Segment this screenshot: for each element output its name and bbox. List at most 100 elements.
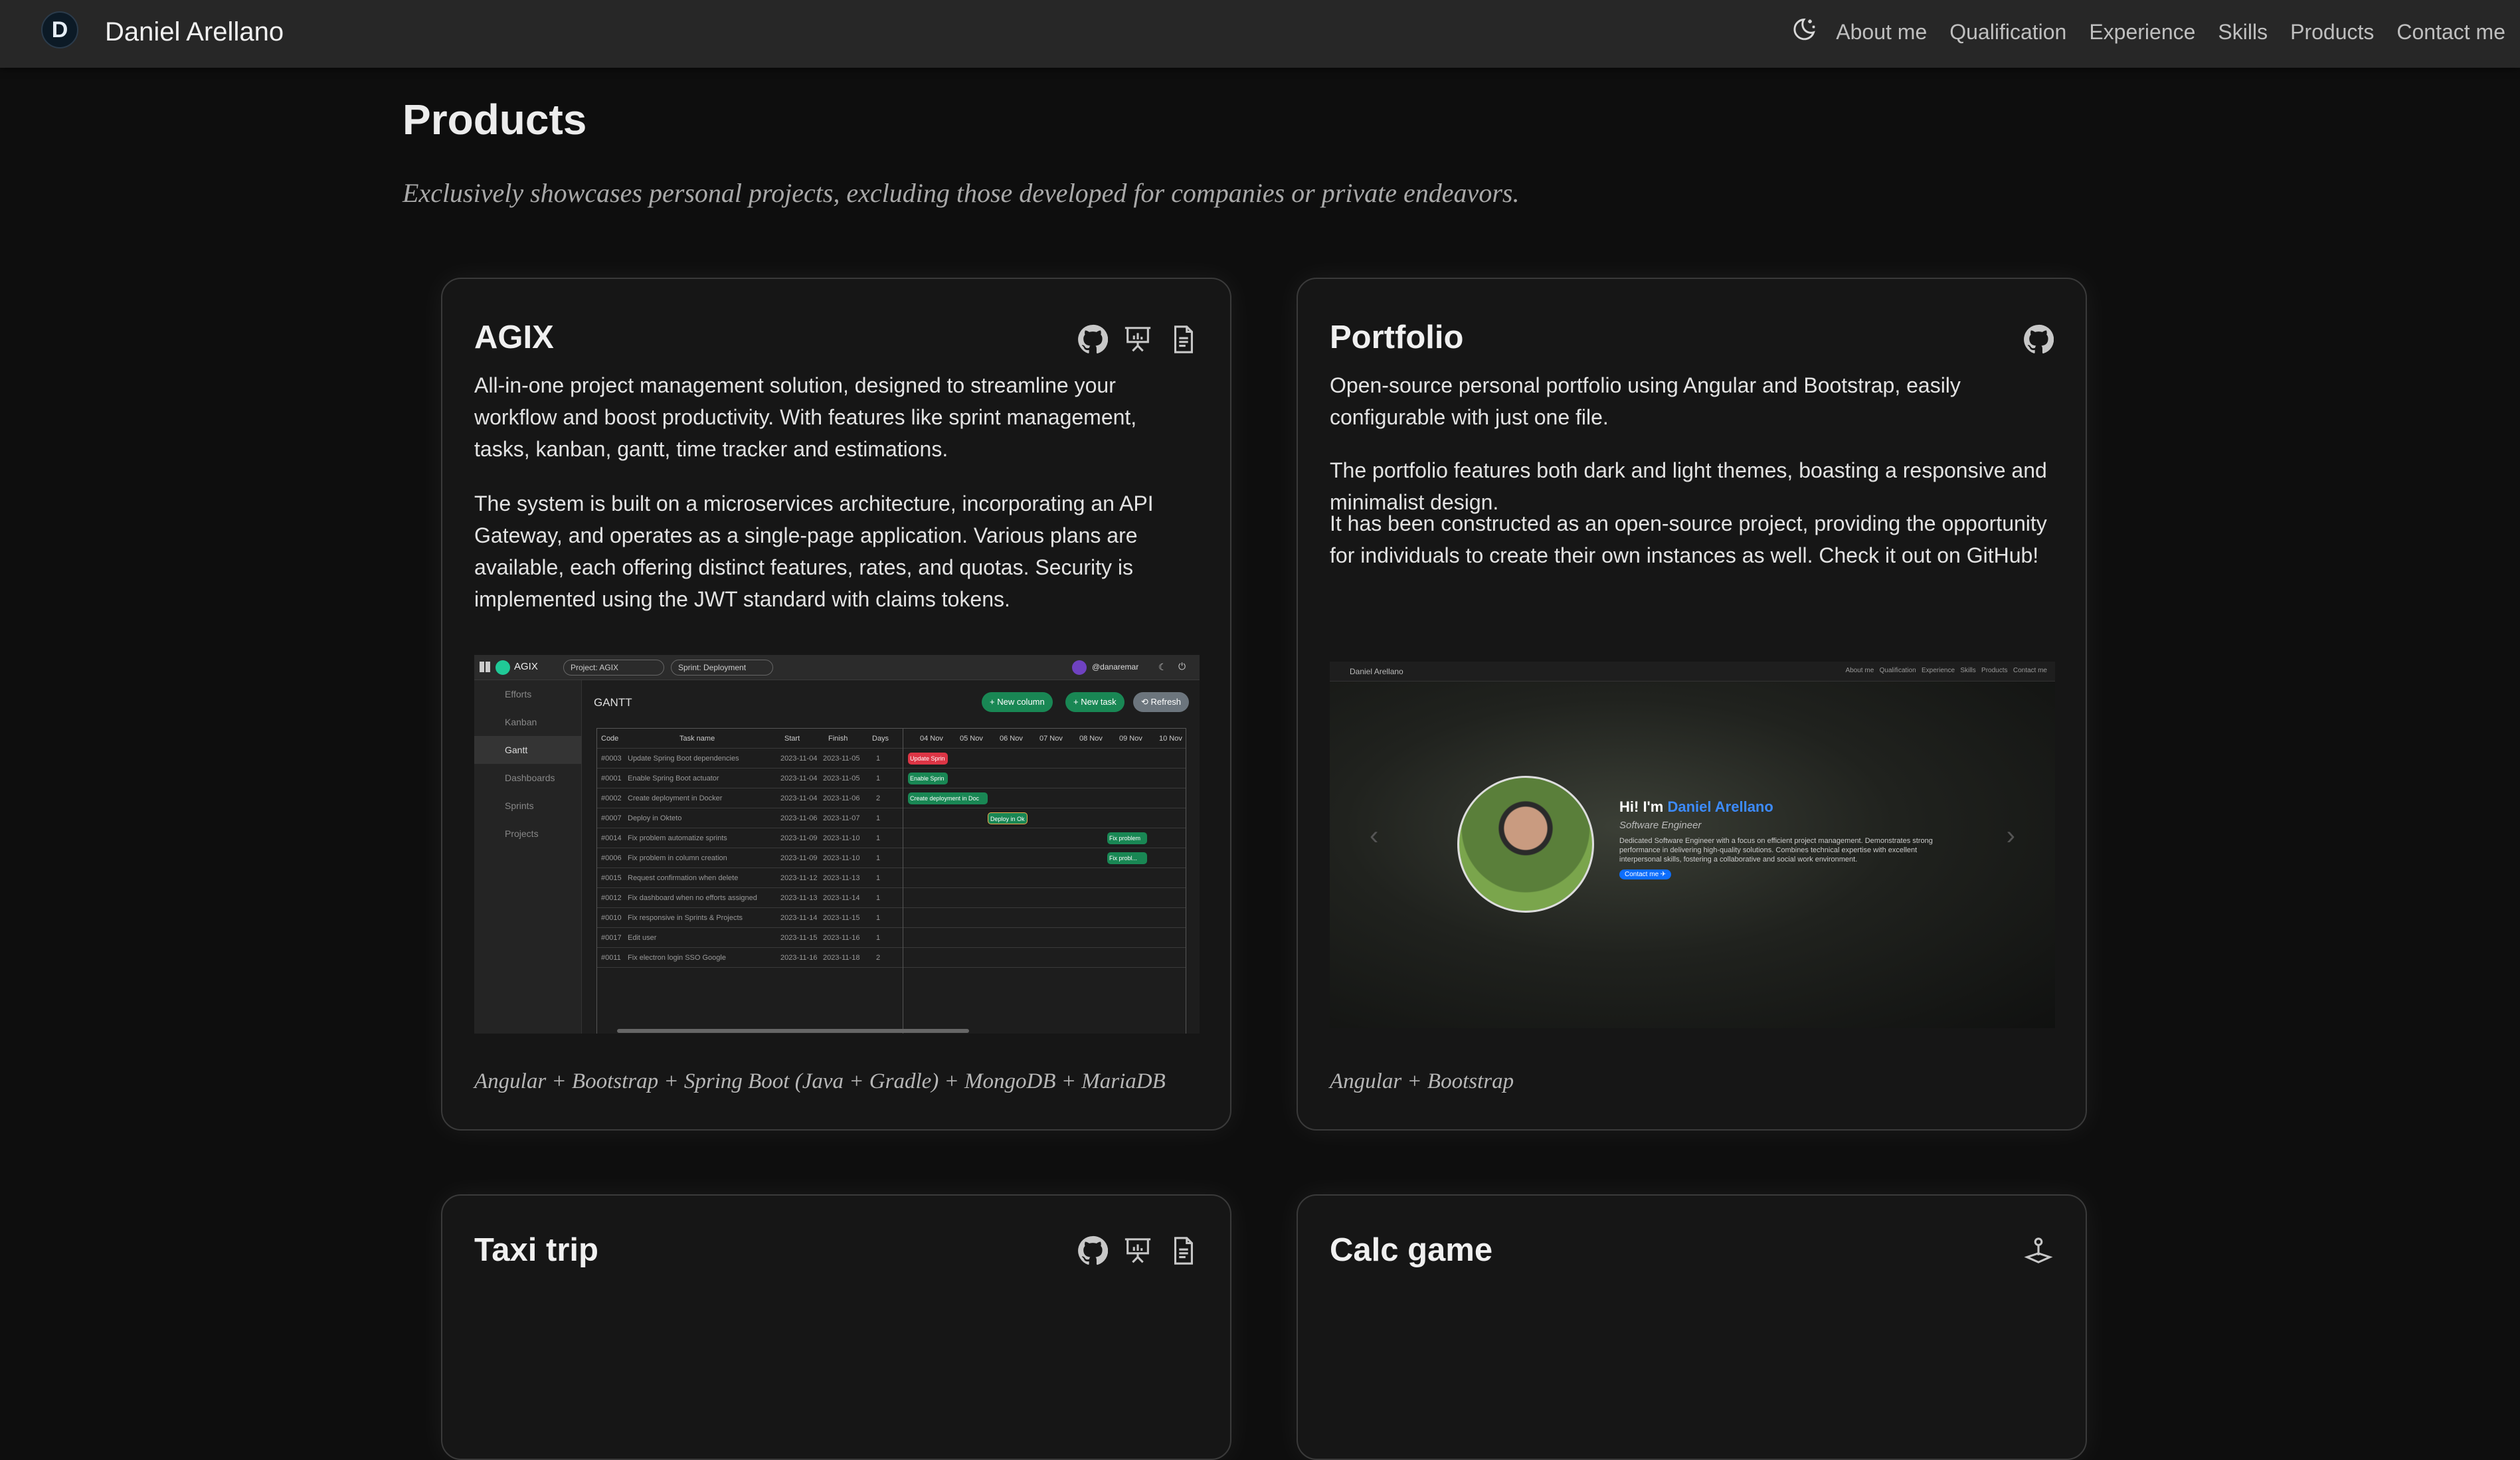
section-title: Products — [403, 96, 587, 143]
preview-hero-text: Hi! I'm Daniel Arellano Software Enginee… — [1619, 798, 1938, 879]
sidebar-item-efforts[interactable]: Efforts — [474, 680, 581, 708]
card-title: Portfolio — [1330, 319, 1464, 355]
date-1: 05 Nov — [960, 735, 983, 743]
product-card-taxi-trip: Taxi trip — [441, 1194, 1231, 1460]
nav-link-experience[interactable]: Experience — [2089, 16, 2195, 48]
nav-link-products[interactable]: Products — [2290, 16, 2374, 48]
brand-name[interactable]: Daniel Arellano — [105, 16, 284, 48]
sidebar-item-projects[interactable]: Projects — [474, 820, 581, 848]
gantt-cell: Fix problem automatize sprints — [628, 834, 727, 842]
navbar: D Daniel Arellano About me Qualification… — [0, 0, 2520, 68]
card-links — [2023, 324, 2054, 355]
gantt-cell: 1 — [876, 894, 881, 902]
github-icon[interactable] — [1077, 324, 1108, 355]
gantt-bar[interactable]: Create deployment in Doc — [908, 792, 988, 804]
col-days: Days — [872, 735, 889, 743]
apps-grid-icon — [480, 662, 490, 672]
gantt-cell: 2023-11-15 — [823, 914, 860, 922]
gantt-row[interactable]: #0017 Edit user 2023-11-15 2023-11-16 1 — [597, 928, 1186, 948]
gantt-row[interactable]: #0006 Fix problem in column creation 2023-… — [597, 848, 1186, 868]
gantt-title: GANTT — [594, 696, 632, 709]
presentation-icon[interactable] — [1123, 1235, 1153, 1266]
gantt-cell: Fix electron login SSO Google — [628, 954, 726, 962]
gantt-row[interactable]: #0014 Fix problem automatize sprints 2023-… — [597, 828, 1186, 848]
sidebar-item-sprints[interactable]: Sprints — [474, 792, 581, 820]
gantt-cell: 2 — [876, 794, 881, 802]
agix-logo-icon — [495, 660, 510, 675]
date-3: 07 Nov — [1039, 735, 1063, 743]
gantt-cell: 1 — [876, 914, 881, 922]
gantt-row[interactable]: #0003 Update Spring Boot dependencies 2023… — [597, 749, 1186, 769]
gantt-cell: #0002 — [601, 794, 622, 802]
gantt-cell: 2023-11-14 — [780, 914, 818, 922]
gantt-cell: 2023-11-09 — [780, 854, 818, 862]
gantt-cell: 2023-11-07 — [823, 814, 860, 822]
brand-logo[interactable]: D — [41, 11, 78, 48]
github-icon[interactable] — [1077, 1235, 1108, 1266]
carousel-next-icon[interactable]: › — [2007, 821, 2015, 851]
gantt-cell: 1 — [876, 775, 881, 782]
gantt-cell: #0017 — [601, 934, 622, 942]
gantt-bar[interactable]: Fix probl... — [1107, 852, 1147, 864]
user-avatar — [1072, 660, 1087, 675]
sidebar-item-dashboards[interactable]: Dashboards — [474, 764, 581, 792]
gantt-cell: #0015 — [601, 874, 622, 882]
project-select[interactable]: Project: AGIX — [563, 660, 664, 676]
power-icon: ⏻ — [1178, 661, 1186, 672]
gantt-row[interactable]: #0012 Fix dashboard when no efforts assig… — [597, 888, 1186, 908]
gantt-cell: Deploy in Okteto — [628, 814, 682, 822]
gantt-bar[interactable]: Enable Sprin — [908, 773, 948, 784]
refresh-button[interactable]: ⟲ Refresh — [1133, 692, 1190, 712]
portfolio-screenshot[interactable]: Daniel Arellano About me Qualification E… — [1330, 662, 2055, 1028]
gantt-cell: 2023-11-12 — [780, 874, 818, 882]
profile-photo — [1457, 776, 1594, 913]
gantt-cell: #0011 — [601, 954, 621, 962]
card-title: Calc game — [1330, 1232, 1493, 1268]
preview-contact-button[interactable]: Contact me ✈ — [1619, 869, 1672, 879]
gantt-bar[interactable]: Update Sprin — [908, 753, 948, 765]
sidebar-item-gantt[interactable]: Gantt — [474, 736, 581, 764]
new-task-button[interactable]: + New task — [1065, 692, 1125, 712]
presentation-icon[interactable] — [1123, 324, 1153, 355]
product-card-agix: AGIX All-in-one project management solut… — [441, 278, 1231, 1131]
gantt-cell: 2023-11-13 — [823, 874, 860, 882]
gantt-cell: 2023-11-09 — [780, 834, 818, 842]
gantt-cell: 2 — [876, 954, 881, 962]
document-icon[interactable] — [1168, 324, 1198, 355]
card-description-1: All-in-one project management solution, … — [474, 373, 1137, 461]
gantt-bar[interactable]: Deploy in Ok — [988, 812, 1028, 824]
gantt-scrollbar[interactable] — [617, 1029, 969, 1033]
gantt-row[interactable]: #0001 Enable Spring Boot actuator 2023-11-… — [597, 769, 1186, 788]
brand-initials: D — [51, 17, 68, 43]
gantt-cell: #0007 — [601, 814, 622, 822]
col-finish: Finish — [828, 735, 848, 743]
joystick-icon[interactable] — [2023, 1235, 2054, 1266]
gantt-cell: 2023-11-10 — [823, 854, 860, 862]
sprint-select[interactable]: Sprint: Deployment — [671, 660, 773, 676]
carousel-prev-icon[interactable]: ‹ — [1370, 821, 1378, 851]
new-column-button[interactable]: + New column — [982, 692, 1053, 712]
nav-link-about[interactable]: About me — [1836, 16, 1927, 48]
gantt-row[interactable]: #0015 Request confirmation when delete 202… — [597, 868, 1186, 888]
agix-screenshot[interactable]: AGIX Project: AGIX Sprint: Deployment @d… — [474, 655, 1200, 1034]
gantt-cell: Fix problem in column creation — [628, 854, 727, 862]
gantt-cell: 2023-11-16 — [780, 954, 818, 962]
gantt-row[interactable]: #0002 Create deployment in Docker 2023-11-… — [597, 788, 1186, 808]
gantt-row[interactable]: #0010 Fix responsive in Sprints & Project… — [597, 908, 1186, 928]
date-2: 06 Nov — [1000, 735, 1023, 743]
col-start: Start — [784, 735, 800, 743]
gantt-cell: 2023-11-04 — [780, 755, 818, 763]
gantt-row[interactable]: #0007 Deploy in Okteto 2023-11-06 2023-11-0… — [597, 808, 1186, 828]
sidebar-item-kanban[interactable]: Kanban — [474, 708, 581, 736]
nav-link-skills[interactable]: Skills — [2218, 16, 2268, 48]
gantt-bar[interactable]: Fix problem — [1107, 832, 1147, 844]
card-description-2: The system is built on a microservices a… — [474, 492, 1154, 611]
document-icon[interactable] — [1168, 1235, 1198, 1266]
nav-link-qualification[interactable]: Qualification — [1949, 16, 2066, 48]
nav-link-contact[interactable]: Contact me — [2396, 16, 2505, 48]
github-icon[interactable] — [2023, 324, 2054, 355]
gantt-row[interactable]: #0011 Fix electron login SSO Google 2023-1… — [597, 948, 1186, 968]
gantt-header-row: Code Task name Start Finish Days 04 Nov … — [597, 729, 1186, 749]
gantt-cell: 1 — [876, 874, 881, 882]
gantt-cell: #0010 — [601, 914, 622, 922]
